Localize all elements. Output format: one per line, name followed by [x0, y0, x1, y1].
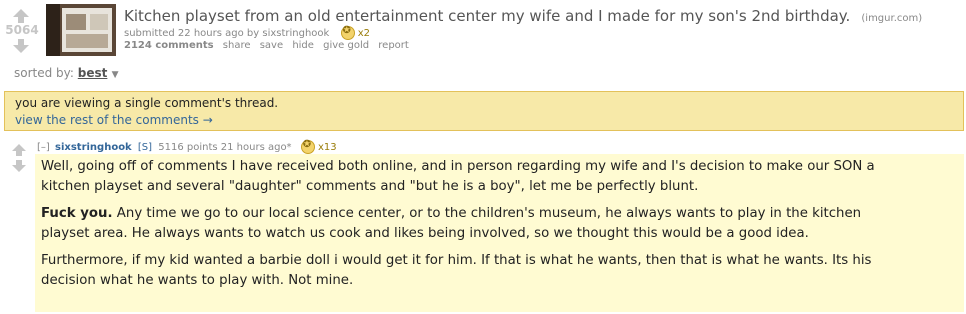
collapse-toggle[interactable]: [–]	[37, 142, 50, 153]
post-downvote-arrow[interactable]	[13, 38, 29, 57]
comment-points: 5116 points 21 hours ago*	[158, 142, 292, 153]
report-link[interactable]: report	[378, 40, 409, 51]
comments-link[interactable]: 2124 comments	[124, 40, 214, 51]
chevron-down-icon: ▼	[111, 70, 119, 80]
comment-paragraph-2: Fuck you. Any time we go to our local sc…	[41, 204, 904, 244]
comment-bold-text: Fuck you.	[41, 206, 113, 221]
gold-icon	[300, 139, 315, 154]
sort-dropdown[interactable]: best ▼	[78, 66, 119, 80]
submitted-text: submitted 22 hours ago by	[124, 28, 260, 39]
post-score: 5064	[5, 23, 39, 37]
give-gold-link[interactable]: give gold	[323, 40, 369, 51]
save-link[interactable]: save	[260, 40, 283, 51]
post-gold-count: x2	[357, 28, 370, 39]
share-link[interactable]: share	[223, 40, 251, 51]
comment-body: Well, going off of comments I have recei…	[35, 154, 964, 312]
post-title[interactable]: Kitchen playset from an old entertainmen…	[124, 7, 850, 25]
post-author[interactable]: sixstringhook	[262, 28, 329, 39]
sort-label: sorted by:	[14, 66, 74, 80]
view-rest-link[interactable]: view the rest of the comments →	[15, 113, 213, 127]
post-thumbnail[interactable]	[46, 4, 116, 56]
comment-downvote-arrow[interactable]	[12, 157, 26, 176]
single-thread-notice: you are viewing a single comment's threa…	[4, 91, 964, 131]
comment-paragraph-2-text: Any time we go to our local science cent…	[41, 206, 862, 241]
sort-value: best	[77, 66, 108, 80]
comment-author[interactable]: sixstringhook	[55, 142, 132, 153]
comment-paragraph-3: Furthermore, if my kid wanted a barbie d…	[41, 253, 872, 288]
notice-text: you are viewing a single comment's threa…	[15, 96, 279, 110]
comment-paragraph-1: Well, going off of comments I have recei…	[41, 159, 875, 194]
submitter-flair[interactable]: [S]	[138, 142, 152, 153]
hide-link[interactable]: hide	[292, 40, 314, 51]
post-domain[interactable]: (imgur.com)	[861, 13, 922, 24]
gold-icon	[340, 25, 355, 40]
comment-gold-count: x13	[317, 142, 337, 153]
